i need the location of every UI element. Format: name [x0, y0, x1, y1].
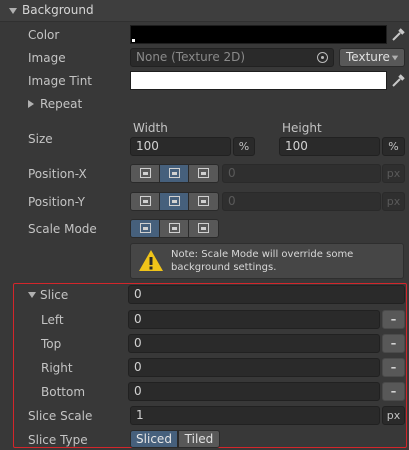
- note-text: Note: Scale Mode will override some back…: [171, 249, 354, 273]
- slice-right-label: Right: [41, 361, 73, 375]
- height-label: Height: [282, 121, 322, 135]
- scale-mode-group[interactable]: [130, 219, 219, 238]
- slice-bottom-label: Bottom: [41, 385, 86, 399]
- slice-foldout-icon[interactable]: [28, 292, 36, 298]
- fit-icon: [198, 223, 209, 233]
- scale-mode-crop-button[interactable]: [160, 220, 189, 237]
- scale-mode-note: Note: Scale Mode will override some back…: [130, 243, 404, 279]
- color-field[interactable]: [130, 25, 387, 44]
- width-unit-button[interactable]: %: [233, 137, 255, 156]
- repeat-label[interactable]: Repeat: [40, 97, 82, 111]
- eyedropper-icon: [392, 74, 405, 87]
- slice-top-label: Top: [41, 337, 62, 351]
- slice-input[interactable]: 0: [128, 285, 405, 304]
- slice-label[interactable]: Slice: [40, 288, 68, 302]
- align-bottom-button[interactable]: [189, 193, 218, 210]
- align-center-button[interactable]: [160, 165, 189, 182]
- slice-right-reset-button[interactable]: –: [382, 358, 405, 377]
- position-y-input[interactable]: 0: [222, 192, 381, 211]
- position-x-unit[interactable]: px: [382, 164, 405, 183]
- align-left-button[interactable]: [131, 165, 160, 182]
- section-title: Background: [22, 3, 94, 17]
- scale-mode-fit-button[interactable]: [189, 220, 218, 237]
- image-tint-label: Image Tint: [28, 74, 93, 88]
- stretch-icon: [140, 223, 151, 233]
- slice-left-reset-button[interactable]: –: [382, 310, 405, 329]
- align-center-icon: [169, 168, 180, 178]
- object-picker-icon[interactable]: [317, 52, 328, 63]
- warning-icon: [139, 250, 163, 271]
- scale-mode-stretch-button[interactable]: [131, 220, 160, 237]
- align-middle-button[interactable]: [160, 193, 189, 210]
- position-y-label: Position-Y: [28, 195, 85, 209]
- scale-mode-label: Scale Mode: [28, 222, 97, 236]
- slice-bottom-reset-button[interactable]: –: [382, 382, 405, 401]
- size-label: Size: [28, 132, 53, 146]
- chevron-down-icon: [391, 55, 399, 61]
- position-y-unit[interactable]: px: [382, 192, 405, 211]
- slice-bottom-input[interactable]: 0: [128, 382, 380, 401]
- align-left-icon: [140, 168, 151, 178]
- position-x-align-group[interactable]: [130, 164, 219, 183]
- slice-right-input[interactable]: 0: [128, 358, 380, 377]
- eyedropper-icon: [392, 28, 405, 41]
- slice-type-sliced-button[interactable]: Sliced: [130, 430, 178, 448]
- image-label: Image: [28, 51, 66, 65]
- image-object-value: None (Texture 2D): [136, 50, 246, 64]
- image-type-dropdown[interactable]: Texture: [339, 48, 405, 67]
- slice-top-reset-button[interactable]: –: [382, 334, 405, 353]
- alpha-indicator: [132, 39, 135, 42]
- slice-type-label: Slice Type: [28, 433, 88, 447]
- height-input[interactable]: 100: [279, 137, 380, 156]
- height-unit-button[interactable]: %: [382, 137, 405, 156]
- align-bottom-icon: [198, 196, 209, 206]
- image-tint-field[interactable]: [130, 71, 387, 90]
- crop-icon: [169, 223, 180, 233]
- width-label: Width: [133, 121, 168, 135]
- tint-eyedropper-button[interactable]: [389, 71, 406, 90]
- align-right-icon: [198, 168, 209, 178]
- slice-top-input[interactable]: 0: [128, 334, 380, 353]
- slice-scale-label: Slice Scale: [28, 409, 93, 423]
- eyedropper-button[interactable]: [389, 25, 406, 44]
- slice-left-label: Left: [41, 313, 64, 327]
- width-input[interactable]: 100: [130, 137, 231, 156]
- foldout-arrow-icon[interactable]: [9, 8, 17, 14]
- slice-type-tiled-button[interactable]: Tiled: [178, 430, 220, 448]
- position-x-label: Position-X: [28, 167, 87, 181]
- slice-scale-unit[interactable]: px: [382, 406, 405, 425]
- position-x-input[interactable]: 0: [222, 164, 381, 183]
- align-top-button[interactable]: [131, 193, 160, 210]
- image-type-value: Texture: [346, 50, 390, 64]
- section-header-background[interactable]: Background: [0, 0, 409, 22]
- image-object-field[interactable]: None (Texture 2D): [130, 48, 334, 67]
- slice-scale-input[interactable]: 1: [130, 406, 380, 425]
- slice-left-input[interactable]: 0: [128, 310, 380, 329]
- align-middle-icon: [169, 196, 180, 206]
- align-right-button[interactable]: [189, 165, 218, 182]
- repeat-foldout-icon[interactable]: [28, 100, 34, 108]
- align-top-icon: [140, 196, 151, 206]
- color-label: Color: [28, 28, 60, 42]
- position-y-align-group[interactable]: [130, 192, 219, 211]
